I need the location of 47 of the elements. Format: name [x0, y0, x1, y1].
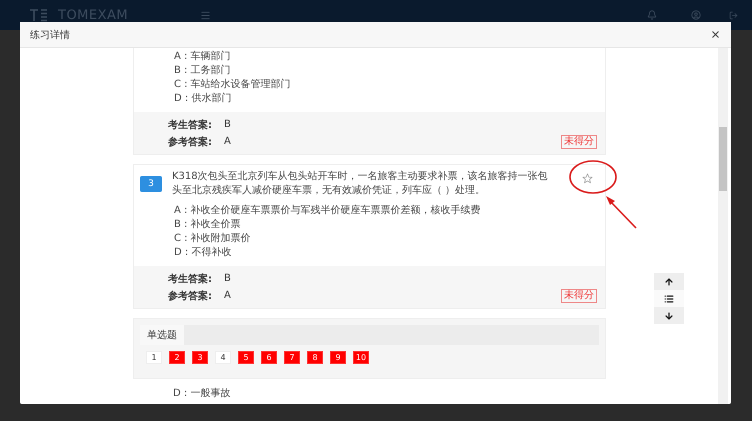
question-number-button[interactable]: 6: [261, 351, 277, 364]
list-icon: [664, 294, 674, 304]
arrow-up-icon: [664, 276, 674, 286]
answer-value: B: [224, 119, 231, 130]
answer-option: A : 补收全价硬座车票票价与军残半价硬座车票票价差额，核收手续费: [174, 204, 605, 218]
answer-option: C : 车站给水设备管理部门: [174, 78, 605, 92]
answer-option: D : 供水部门: [174, 92, 605, 106]
question-number: 3: [140, 176, 162, 192]
question-number-button[interactable]: 2: [169, 351, 185, 364]
answer-option: B : 工务部门: [174, 64, 605, 78]
question-text: K318次包头至北京列车从包头站开车时，一名旅客主动要求补票，该名旅客持一张包头至北京残疾军人减价硬座车票，无有效减价凭证，列车应（ ）处理。: [172, 170, 549, 198]
menu-icon[interactable]: [200, 10, 212, 20]
answer-option: A : 车辆部门: [174, 50, 605, 64]
answer-option: D : 不得补收: [174, 246, 605, 260]
close-button[interactable]: [710, 29, 721, 40]
scrollbar[interactable]: [718, 48, 728, 404]
answer-value: A: [224, 290, 231, 301]
logout-icon[interactable]: [729, 10, 738, 20]
question-number-button[interactable]: 8: [307, 351, 323, 364]
answer-value: A: [224, 136, 231, 147]
question-number-button[interactable]: 3: [192, 351, 208, 364]
answer-label: 考生答案:: [168, 118, 212, 132]
answer-value: B: [224, 273, 231, 284]
answer-label: 考生答案:: [168, 272, 212, 286]
arrow-down-icon: [664, 310, 674, 320]
question-type-tab[interactable]: 单选题: [140, 325, 184, 345]
question-number-button[interactable]: 5: [238, 351, 254, 364]
score-status-tag: 未得分: [561, 135, 597, 149]
scroll-down-button[interactable]: [654, 307, 684, 324]
answer-label: 参考答案:: [168, 135, 212, 148]
dialog-title: 练习详情: [30, 28, 70, 42]
favorite-star-button[interactable]: [582, 173, 593, 184]
answer-label: 参考答案:: [168, 289, 212, 302]
answer-option: B : 补收全价票: [174, 218, 605, 232]
question-number-button[interactable]: 1: [146, 351, 162, 364]
user-icon[interactable]: [691, 10, 701, 20]
list-button[interactable]: [654, 290, 684, 307]
question-number-button[interactable]: 10: [353, 351, 369, 364]
scroll-up-button[interactable]: [654, 273, 684, 290]
question-number-button[interactable]: 4: [215, 351, 231, 364]
answer-option: D : 一般事故: [133, 388, 606, 400]
bell-icon[interactable]: [647, 10, 657, 20]
logo-icon: [30, 8, 48, 22]
answer-option: C : 补收附加票价: [174, 232, 605, 246]
question-number-button[interactable]: 9: [330, 351, 346, 364]
question-number-button[interactable]: 7: [284, 351, 300, 364]
score-status-tag: 未得分: [561, 289, 597, 303]
